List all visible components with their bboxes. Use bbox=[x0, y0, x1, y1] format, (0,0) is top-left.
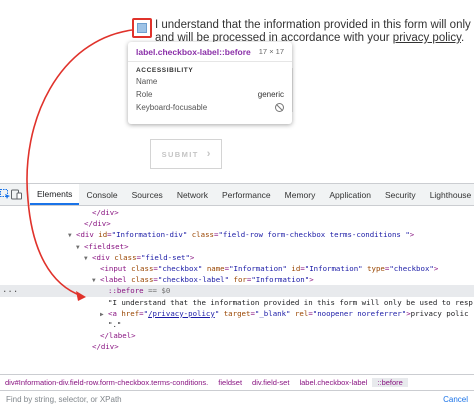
tooltip-row-name: Name bbox=[128, 74, 292, 87]
devtools-tabbar: Elements Console Sources Network Perform… bbox=[0, 184, 474, 206]
submit-label: SUBMIT bbox=[161, 149, 199, 159]
tooltip-section-title: ACCESSIBILITY bbox=[136, 67, 194, 74]
dom-tag: a bbox=[112, 308, 117, 318]
tooltip-row-label: Keyboard-focusable bbox=[136, 103, 208, 112]
tooltip-row-label: Role bbox=[136, 90, 153, 99]
tab-security[interactable]: Security bbox=[378, 184, 423, 205]
tab-console[interactable]: Console bbox=[79, 184, 124, 205]
dom-attr-value: checkbox bbox=[393, 263, 430, 273]
dom-close-tag: </div> bbox=[84, 219, 111, 229]
tooltip-selector: label.checkbox-label::before bbox=[136, 46, 251, 57]
dom-attr-value: Information-div bbox=[116, 230, 183, 240]
tooltip-row-value: generic bbox=[257, 90, 284, 99]
dom-attr-value: Information bbox=[233, 263, 283, 273]
inspect-icon[interactable] bbox=[0, 184, 11, 205]
dom-line[interactable]: ▼ <div class="field-set"> bbox=[0, 252, 474, 263]
dom-selected-marker: == $0 bbox=[148, 286, 171, 296]
dom-line[interactable]: <input class="checkbox" name="Informatio… bbox=[0, 263, 474, 274]
breadcrumb-item[interactable]: label.checkbox-label bbox=[294, 378, 372, 387]
breadcrumb-item[interactable]: div#Information-div.field-row.form-check… bbox=[0, 378, 213, 387]
dom-attr-value: field-row form-checkbox terms-conditions bbox=[222, 230, 406, 240]
privacy-policy-link[interactable]: privacy policy bbox=[393, 32, 461, 44]
tab-network[interactable]: Network bbox=[170, 184, 215, 205]
dom-tree: </div> </div> ▼ <div id="Information-div"… bbox=[0, 207, 474, 374]
not-allowed-icon bbox=[275, 103, 284, 112]
dom-tag: input bbox=[104, 263, 127, 273]
chevron-right-icon: › bbox=[206, 148, 211, 160]
dom-line[interactable]: </div> bbox=[0, 218, 474, 229]
dom-line[interactable]: </div> bbox=[0, 341, 474, 352]
submit-button[interactable]: SUBMIT › bbox=[150, 139, 222, 169]
dom-text-node: privacy polic bbox=[410, 308, 469, 318]
checkbox-highlight bbox=[137, 23, 147, 33]
dom-line[interactable]: </label> bbox=[0, 330, 474, 341]
find-bar: Cancel bbox=[0, 390, 474, 406]
breadcrumb-item[interactable]: fieldset bbox=[213, 378, 247, 387]
dom-line[interactable]: "." bbox=[0, 319, 474, 330]
dom-tag: label bbox=[104, 275, 127, 285]
tab-memory[interactable]: Memory bbox=[278, 184, 323, 205]
cancel-button[interactable]: Cancel bbox=[443, 395, 468, 404]
dom-attr-value: checkbox bbox=[162, 263, 198, 273]
tab-elements[interactable]: Elements bbox=[30, 184, 80, 205]
find-input[interactable] bbox=[6, 394, 306, 404]
webpage-viewport: I understand that the information provid… bbox=[0, 0, 474, 183]
more-options-ellipsis[interactable]: ... bbox=[2, 285, 18, 296]
tooltip-row-keyboard: Keyboard-focusable bbox=[128, 100, 292, 113]
dom-attr-value: Information bbox=[309, 263, 359, 273]
dom-text-node: "I understand that the information provi… bbox=[108, 297, 473, 307]
dom-tag: div bbox=[80, 230, 94, 240]
tooltip-header: label.checkbox-label::before 17 × 17 bbox=[128, 42, 292, 62]
inspect-tooltip: label.checkbox-label::before 17 × 17 ACC… bbox=[128, 42, 292, 124]
tab-performance[interactable]: Performance bbox=[215, 184, 278, 205]
dom-attr-value: field-set bbox=[145, 252, 186, 262]
dom-attr-value: checkbox-label bbox=[162, 275, 225, 285]
breadcrumb-item-selected[interactable]: ::before bbox=[372, 378, 408, 387]
devtools-panel: Elements Console Sources Network Perform… bbox=[0, 183, 474, 406]
dom-line-selected[interactable]: ... ::before == $0 bbox=[0, 285, 474, 297]
dom-close-tag: </div> bbox=[92, 208, 119, 217]
dom-attr-value: _blank bbox=[259, 308, 287, 318]
dom-attr-value: noopener noreferrer bbox=[317, 308, 402, 318]
consent-checkbox[interactable] bbox=[132, 18, 152, 38]
consent-text-suffix: . bbox=[460, 32, 465, 44]
breadcrumb-item[interactable]: div.field-set bbox=[247, 378, 294, 387]
element-breadcrumbs: div#Information-div.field-row.form-check… bbox=[0, 374, 474, 390]
tooltip-row-label: Name bbox=[136, 77, 158, 86]
dom-tag: div bbox=[96, 252, 110, 262]
dom-close-tag: </div> bbox=[92, 342, 119, 352]
dom-line[interactable]: ▼ <div id="Information-div" class="field-… bbox=[0, 229, 474, 240]
tab-sources[interactable]: Sources bbox=[125, 184, 170, 205]
dom-line[interactable]: ▼ <fieldset> bbox=[0, 241, 474, 252]
tab-lighthouse[interactable]: Lighthouse bbox=[423, 184, 474, 205]
tooltip-dimensions: 17 × 17 bbox=[258, 47, 284, 56]
consent-text-line1: I understand that the information provid… bbox=[155, 19, 474, 31]
device-toolbar-icon[interactable] bbox=[11, 184, 22, 205]
dom-line[interactable]: ▶ <a href="/privacy-policy" target="_blan… bbox=[0, 308, 474, 319]
dom-pseudo-element: ::before bbox=[108, 286, 144, 296]
tooltip-row-role: Role generic bbox=[128, 87, 292, 100]
dom-attr-value: Information bbox=[255, 275, 305, 285]
tab-application[interactable]: Application bbox=[322, 184, 378, 205]
dom-close-tag: </label> bbox=[100, 331, 136, 341]
dom-line[interactable]: "I understand that the information provi… bbox=[0, 297, 474, 308]
dom-text-node: "." bbox=[108, 319, 122, 329]
dom-line[interactable]: </div> bbox=[0, 207, 474, 218]
dom-line[interactable]: ▼ <label class="checkbox-label" for="Info… bbox=[0, 274, 474, 285]
dom-href-link[interactable]: /privacy-policy bbox=[148, 309, 215, 318]
dom-tag: fieldset bbox=[88, 241, 125, 251]
